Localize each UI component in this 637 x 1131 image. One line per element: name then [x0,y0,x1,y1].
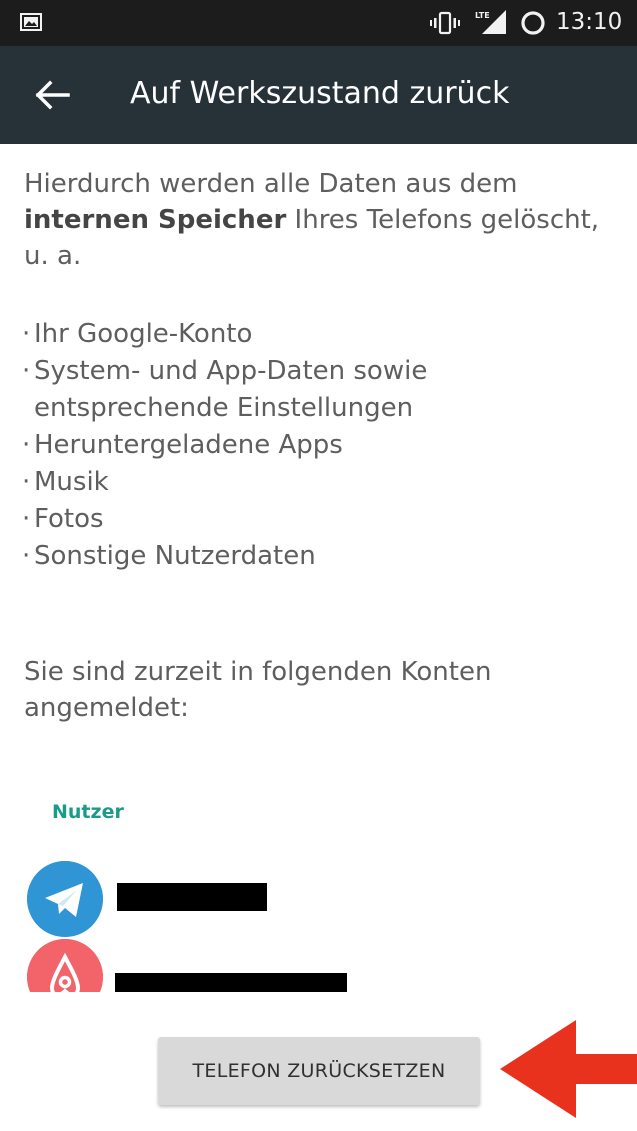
account-item-airbnb [27,939,627,992]
status-bar: LTE 13:10 [0,0,637,46]
list-item: Ihr Google-Konto [22,316,427,353]
intro-text-start: Hierdurch werden alle Daten aus dem [24,169,518,199]
status-clock: 13:10 [556,9,623,35]
intro-text: Hierdurch werden alle Daten aus dem inte… [24,166,614,274]
intro-text-bold: internen Speicher [24,205,287,235]
telegram-icon [27,861,103,937]
list-item: Heruntergeladene Apps [22,427,427,464]
reset-phone-button[interactable]: TELEFON ZURÜCKSETZEN [158,1037,480,1105]
list-item: Musik [22,464,427,501]
account-item-telegram [27,861,627,941]
deleted-data-list: Ihr Google-Konto System- und App-Daten s… [22,316,427,575]
airbnb-icon [27,939,103,992]
arrow-left-icon[interactable] [30,75,74,115]
page-title: Auf Werkszustand zurück [130,76,510,111]
battery-ring-icon [521,11,545,35]
redacted-account-name [117,883,267,911]
list-item: Fotos [22,501,427,538]
users-section-label: Nutzer [52,801,124,823]
vibrate-icon [430,11,460,35]
svg-text:LTE: LTE [475,11,490,20]
red-arrow-icon [500,1020,637,1118]
account-list [0,844,637,992]
accounts-text: Sie sind zurzeit in folgenden Konten ang… [24,657,492,723]
list-item-continuation: entsprechende Einstellungen [34,393,414,423]
list-item: Sonstige Nutzerdaten [22,538,427,575]
app-bar: Auf Werkszustand zurück [0,46,637,144]
list-item: System- und App-Daten sowie [22,353,427,390]
image-notification-icon [20,13,42,31]
redacted-account-name [115,973,347,992]
lte-signal-icon: LTE [475,10,506,34]
